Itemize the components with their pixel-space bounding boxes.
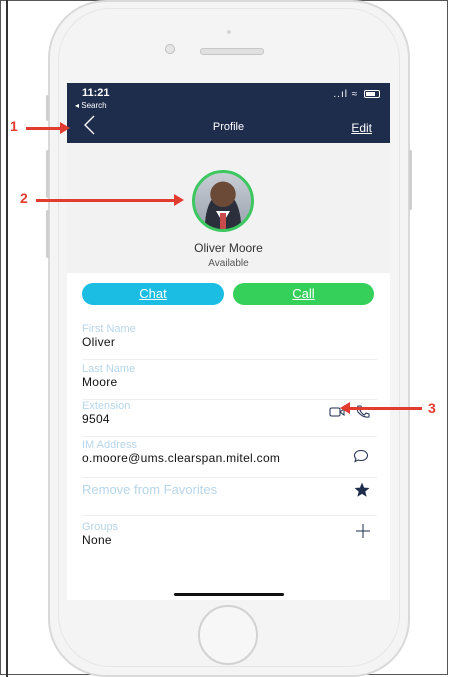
phone-screen: 11:21 ◂ Search ..ıl ≈ Profile Edit Olive… [67,83,390,600]
callout-number-3: 3 [428,400,436,416]
groups-field: Groups None [82,521,377,555]
home-button[interactable] [198,605,258,665]
message-bubble-icon[interactable] [353,449,369,463]
im-address-label: IM Address [82,439,138,451]
power-button [409,150,412,210]
profile-header: Oliver Moore Available [67,143,390,273]
remove-from-favorites-label[interactable]: Remove from Favorites [82,479,377,497]
star-icon[interactable] [353,481,371,499]
battery-icon [364,90,380,99]
mute-switch [46,95,49,121]
page-title: Profile [212,121,245,133]
last-name-value: Moore [82,375,118,389]
callout-arrow-1 [26,122,70,134]
navigation-bar: 11:21 ◂ Search ..ıl ≈ Profile Edit [67,83,390,143]
favorites-row[interactable]: Remove from Favorites [82,479,377,516]
call-button[interactable]: Call [233,283,374,305]
status-icons: ..ıl ≈ [333,89,380,100]
volume-down-button [46,210,49,258]
groups-value: None [82,533,112,547]
avatar-tie [220,213,226,229]
proximity-sensor [227,30,231,34]
earpiece-speaker [200,48,264,55]
first-name-field: First Name Oliver [82,323,377,360]
last-name-label: Last Name [82,363,136,375]
home-indicator [174,593,284,596]
first-name-label: First Name [82,323,136,335]
edit-button[interactable]: Edit [351,121,372,135]
contact-details: Chat Call First Name Oliver Last Name Mo… [67,273,390,600]
contact-name: Oliver Moore [194,241,263,255]
status-time: 11:21 [82,87,110,99]
volume-up-button [46,150,49,198]
first-name-value: Oliver [82,335,116,349]
im-address-field: IM Address o.moore@ums.clearspan.mitel.c… [82,439,377,478]
status-back-to-search[interactable]: ◂ Search [75,101,107,110]
groups-label: Groups [82,521,119,533]
avatar[interactable] [192,170,254,232]
callout-number-2: 2 [20,190,28,206]
callout-number-1: 1 [10,118,18,134]
signal-wifi-icon: ..ıl ≈ [333,89,359,100]
chat-button[interactable]: Chat [82,283,224,305]
frame-left-bar [6,0,8,677]
callout-arrow-2 [36,194,184,206]
add-group-icon[interactable] [355,523,371,539]
extension-field: Extension 9504 [82,400,377,437]
im-address-value: o.moore@ums.clearspan.mitel.com [82,451,281,465]
last-name-field: Last Name Moore [82,363,377,400]
callout-arrow-3 [340,402,422,414]
presence-status: Available [208,258,249,269]
front-camera [165,44,175,54]
